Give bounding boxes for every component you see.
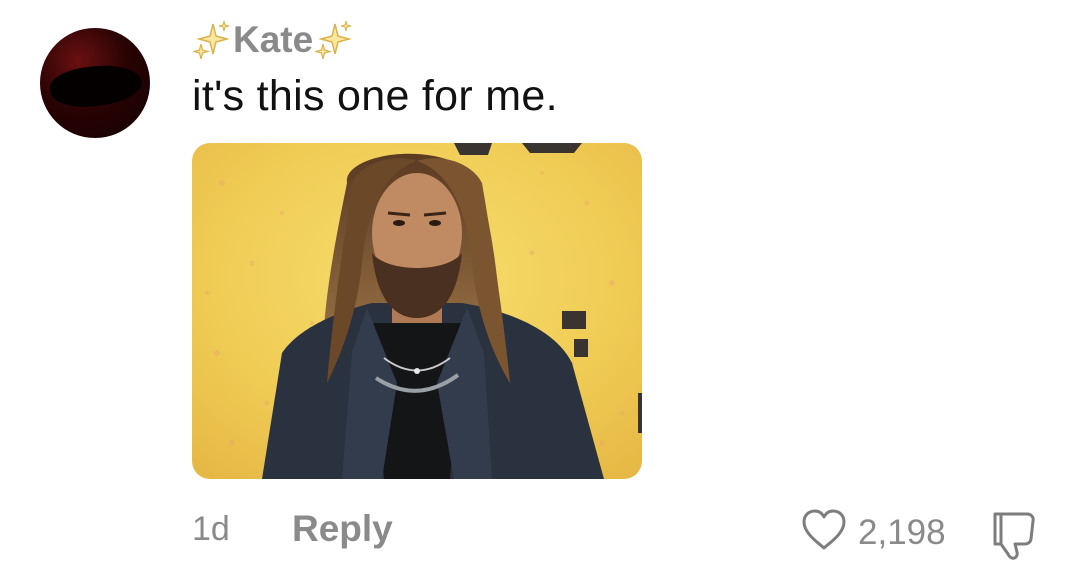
comment-timestamp: 1d (192, 510, 230, 548)
heart-icon (800, 508, 848, 557)
username-label: Kate (233, 19, 314, 60)
sparkles-icon (313, 20, 353, 60)
thumbs-down-icon (987, 512, 1043, 566)
like-count: 2,198 (858, 512, 946, 552)
like-button[interactable]: 2,198 (800, 508, 946, 557)
comment-username[interactable]: Kate (191, 18, 353, 62)
avatar[interactable] (40, 28, 150, 138)
reply-button[interactable]: Reply (292, 508, 393, 550)
comment-text: it's this one for me. (192, 72, 558, 120)
comment-photo[interactable] (192, 143, 642, 479)
sparkles-icon (191, 20, 231, 60)
dislike-button[interactable] (987, 506, 1043, 562)
